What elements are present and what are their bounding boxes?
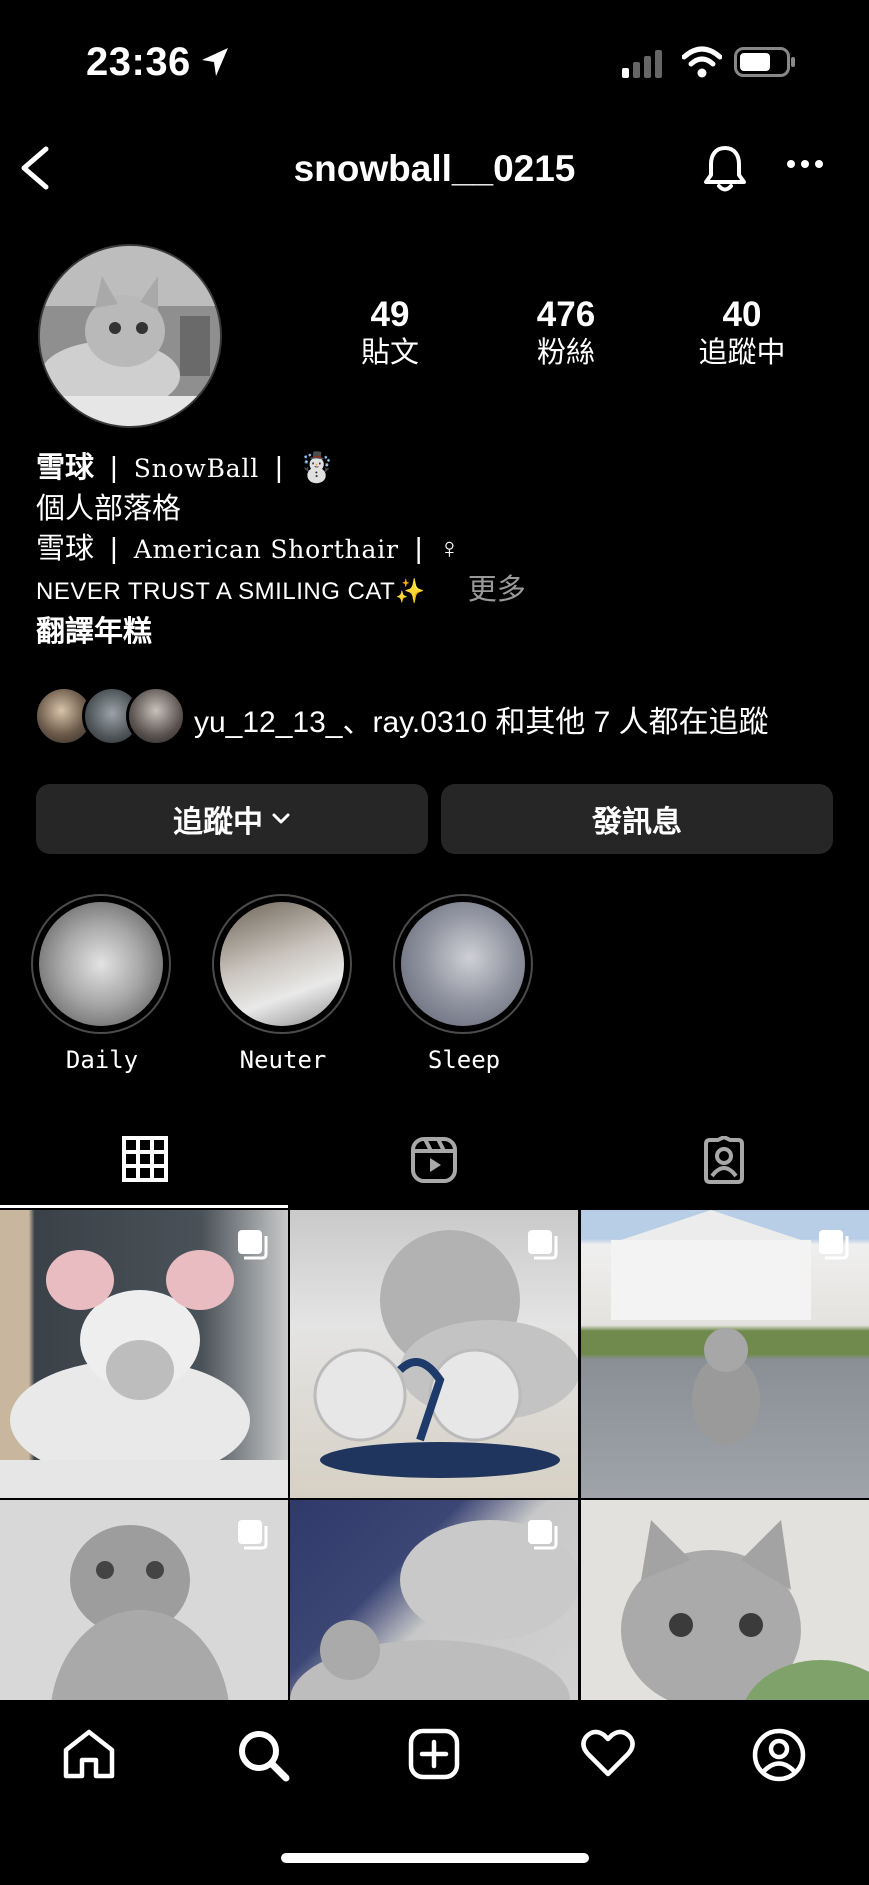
bio-breed-line: 雪球 | American Shorthair | ♀ [36,529,526,570]
stat-posts-label: 貼文 [360,337,419,369]
bio-line3-cn: 雪球 [36,533,95,565]
battery-icon [734,47,795,77]
bio-more-link[interactable]: 更多 [468,574,526,606]
more-options-icon[interactable] [786,158,824,170]
stat-followers-count: 476 [536,295,596,334]
notification-bell-icon[interactable] [702,144,748,194]
stat-followers[interactable]: 476 粉絲 [486,295,646,371]
post-thumbnail[interactable] [581,1210,869,1498]
highlight-ring [212,894,352,1034]
post-thumbnail[interactable] [0,1210,288,1498]
profile-icon[interactable] [752,1728,806,1782]
cellular-signal-icon [622,50,662,78]
bio-gender: ♀ [438,533,461,565]
multiple-photos-icon [238,1230,268,1260]
following-button-label: 追蹤中 [173,806,263,839]
highlight-cover-sleep [401,902,525,1026]
stat-following-count: 40 [722,295,762,334]
post-thumbnail[interactable] [290,1210,578,1498]
follower-avatar-3[interactable] [126,686,186,746]
following-button[interactable]: 追蹤中 [36,784,428,854]
profile-bio: 雪球 | SnowBall | ☃️ 個人部落格 雪球 | American S… [36,448,526,652]
highlight-daily[interactable]: Daily [31,894,173,1074]
multiple-photos-icon [238,1520,268,1550]
bio-name-en: SnowBall [133,454,260,483]
bio-motto: NEVER TRUST A SMILING CAT✨ [36,578,426,605]
snowman-emoji: ☃️ [298,452,335,484]
cat-avatar-image [40,246,220,426]
bio-breed: American Shorthair [133,535,399,564]
wifi-icon [682,46,722,78]
search-icon[interactable] [236,1728,290,1782]
home-indicator[interactable] [281,1853,589,1863]
followed-by-text[interactable]: yu_12_13_、ray.0310 和其他 7 人都在追蹤 [194,697,769,741]
bio-separator: | [110,452,118,484]
highlight-label: Sleep [427,1046,501,1074]
multiple-photos-icon [528,1520,558,1550]
profile-avatar[interactable] [38,244,222,428]
stat-posts[interactable]: 49 貼文 [310,295,470,371]
activity-heart-icon[interactable] [580,1728,636,1778]
multiple-photos-icon [819,1230,849,1260]
location-arrow-icon [202,48,228,76]
tagged-icon[interactable] [700,1136,748,1184]
bio-name-cn: 雪球 [36,452,95,484]
bio-separator: | [414,533,423,565]
chevron-down-icon [272,813,290,824]
bio-category: 個人部落格 [36,493,182,525]
status-time: 23:36 [86,40,191,84]
highlight-cover-neuter [220,902,344,1026]
grid-icon[interactable] [122,1136,168,1182]
highlight-sleep[interactable]: Sleep [393,894,535,1074]
stat-posts-count: 49 [370,295,410,334]
reels-icon[interactable] [410,1136,458,1184]
highlight-ring [31,894,171,1034]
stat-following-label: 追蹤中 [698,337,786,369]
highlight-ring [393,894,533,1034]
message-button[interactable]: 發訊息 [441,784,833,854]
highlight-cover-daily [39,902,163,1026]
bio-motto-line: NEVER TRUST A SMILING CAT✨ 更多 [36,570,526,612]
bio-separator: | [275,452,283,484]
highlight-label: Neuter [239,1046,327,1074]
home-icon[interactable] [62,1728,116,1780]
stat-following[interactable]: 40 追蹤中 [662,295,822,371]
multiple-photos-icon [528,1230,558,1260]
stat-followers-label: 粉絲 [536,337,595,369]
bio-name-line: 雪球 | SnowBall | ☃️ [36,448,526,489]
highlight-label: Daily [65,1046,139,1074]
active-tab-indicator [0,1205,288,1208]
bio-separator: | [110,533,118,565]
highlight-neuter[interactable]: Neuter [212,894,354,1074]
new-post-icon[interactable] [408,1728,460,1780]
translate-link[interactable]: 翻譯年糕 [36,612,526,652]
